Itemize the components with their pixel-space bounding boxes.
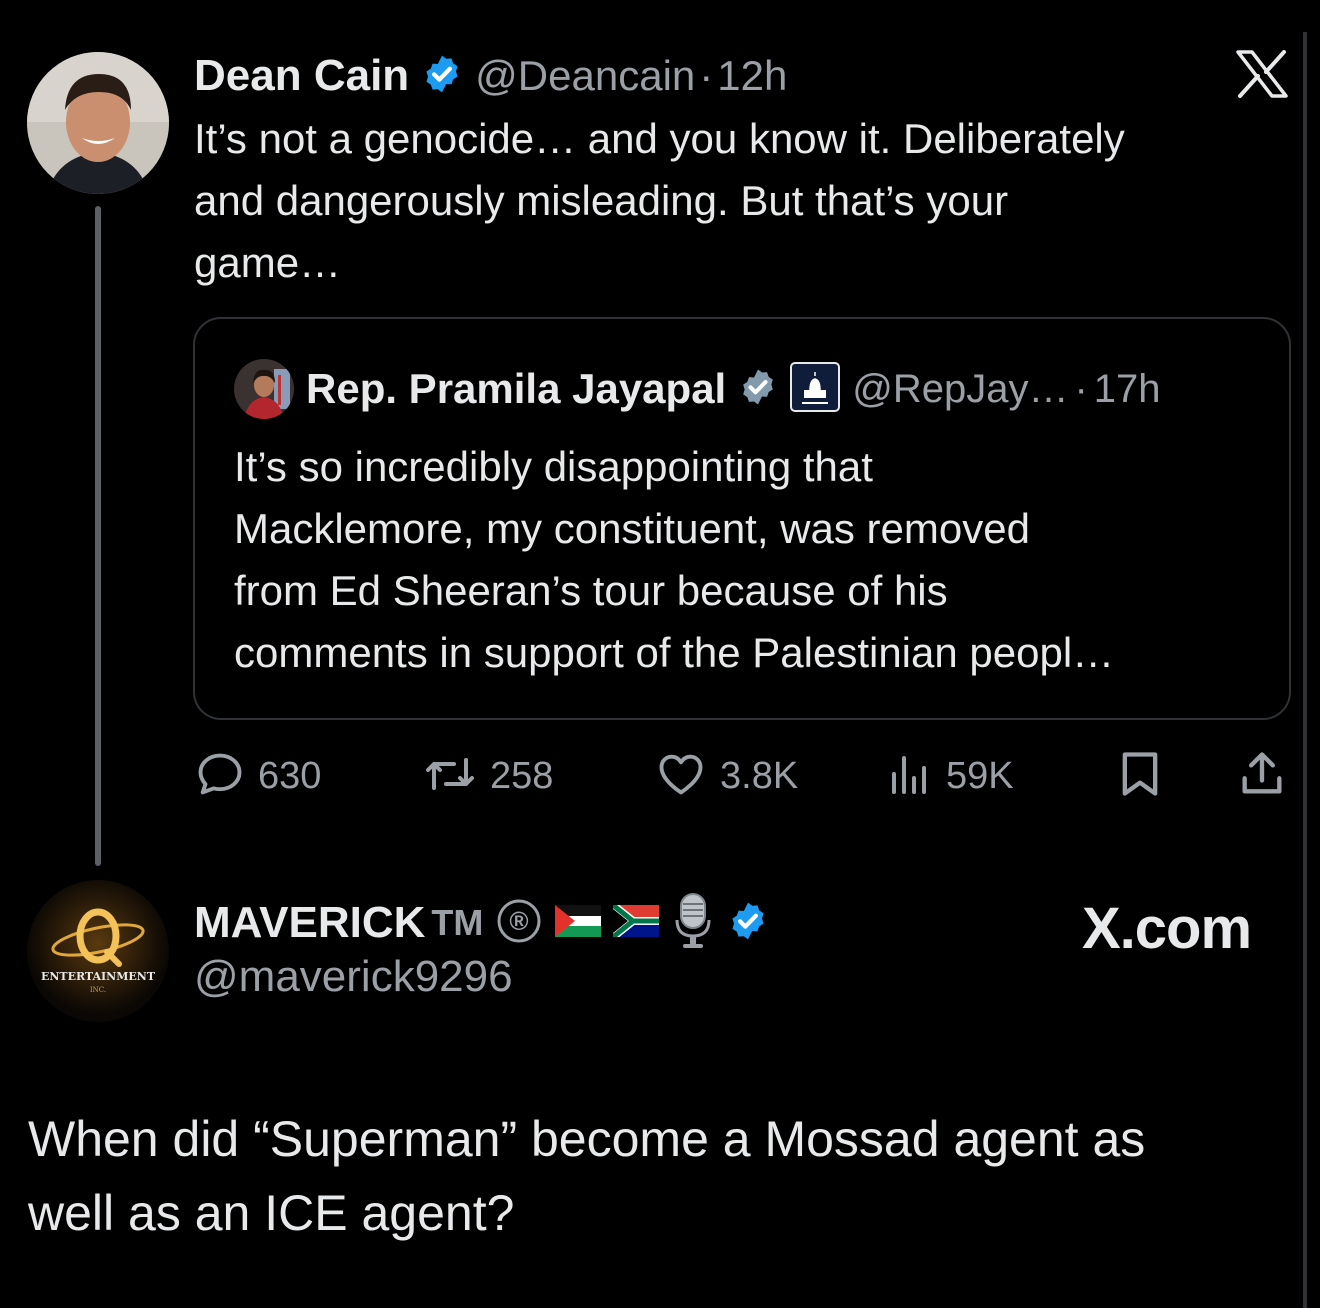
tweet1-text-line: and dangerously misleading. But that’s y… — [194, 177, 1009, 224]
reply-count: 630 — [258, 754, 322, 797]
views-chart-icon — [886, 748, 934, 805]
share-icon — [1236, 748, 1288, 805]
scrollbar[interactable] — [1303, 32, 1307, 1308]
tweet1-author-name[interactable]: Dean Cain — [194, 51, 409, 101]
share-button[interactable] — [1236, 745, 1288, 807]
jayapal-avatar[interactable] — [234, 359, 294, 419]
quote-handle[interactable]: @RepJay… — [852, 367, 1068, 412]
tweet2-text-line: well as an ICE agent? — [28, 1185, 515, 1241]
bookmark-icon — [1114, 748, 1166, 805]
like-button[interactable]: 3.8K — [654, 745, 798, 807]
reply-button[interactable]: 630 — [194, 745, 321, 807]
capitol-affiliation-icon — [790, 361, 841, 417]
tweet1-separator: · — [699, 52, 714, 99]
tweet1-time[interactable]: 12h — [717, 52, 787, 100]
thread-line — [95, 206, 101, 866]
bookmark-button[interactable] — [1114, 745, 1166, 807]
verified-badge-icon — [727, 900, 769, 947]
dean-cain-avatar[interactable] — [27, 52, 169, 194]
microphone-icon — [671, 890, 715, 957]
tweet1-text-line: It’s not a genocide… and you know it. De… — [194, 115, 1125, 162]
registered-symbol: ® — [510, 906, 529, 936]
repost-count: 258 — [490, 754, 554, 797]
repost-icon — [422, 748, 478, 805]
xcom-watermark: X.com — [1082, 896, 1252, 961]
reply-icon — [194, 748, 246, 805]
verified-badge-icon — [421, 53, 463, 100]
verified-badge-gray-icon — [738, 367, 778, 412]
tweet2-text: When did “Superman” become a Mossad agen… — [28, 1102, 1288, 1250]
tweet2-author-name[interactable]: MAVERICK — [194, 898, 425, 948]
south-africa-flag-icon — [610, 901, 660, 942]
quote-text-line: from Ed Sheeran’s tour because of his — [234, 567, 948, 614]
quote-text: It’s so incredibly disappointing that Ma… — [234, 436, 1264, 684]
palestine-flag-icon — [555, 904, 602, 942]
heart-icon — [654, 748, 708, 805]
quote-author-name[interactable]: Rep. Pramila Jayapal — [306, 365, 726, 413]
tweet1-text-line: game… — [194, 239, 342, 286]
avatar-logo-subtext: INC. — [90, 986, 106, 994]
tweet2-header: MAVERICK TM ® — [194, 888, 769, 958]
quote-separator: · — [1074, 366, 1088, 411]
quote-text-line: Macklemore, my constituent, was removed — [234, 505, 1030, 552]
tweet1-text: It’s not a genocide… and you know it. De… — [194, 108, 1284, 294]
repost-button[interactable]: 258 — [422, 745, 553, 807]
avatar-logo-text: ENTERTAINMENT — [41, 970, 156, 983]
views-count: 59K — [946, 754, 1014, 797]
tweet1-handle[interactable]: @Deancain — [475, 52, 695, 100]
tweet1-header: Dean Cain @Deancain · 12h — [194, 46, 787, 106]
quote-header: Rep. Pramila Jayapal @RepJay… · 17h — [234, 358, 1161, 420]
x-logo-icon — [1236, 50, 1288, 98]
like-count: 3.8K — [720, 754, 799, 797]
views-button[interactable]: 59K — [886, 745, 1014, 807]
tweet-action-bar: 630 258 3.8K 59K — [194, 745, 1288, 807]
trademark-mark: TM — [431, 902, 484, 943]
quote-text-line: It’s so incredibly disappointing that — [234, 443, 873, 490]
maverick-avatar[interactable]: ENTERTAINMENT INC. — [27, 880, 169, 1022]
tweet2-handle[interactable]: @maverick9296 — [194, 952, 513, 1002]
registered-icon: ® — [495, 897, 543, 950]
quote-text-line: comments in support of the Palestinian p… — [234, 629, 1115, 676]
tweet2-text-line: When did “Superman” become a Mossad agen… — [28, 1111, 1146, 1167]
quote-time[interactable]: 17h — [1094, 367, 1161, 412]
